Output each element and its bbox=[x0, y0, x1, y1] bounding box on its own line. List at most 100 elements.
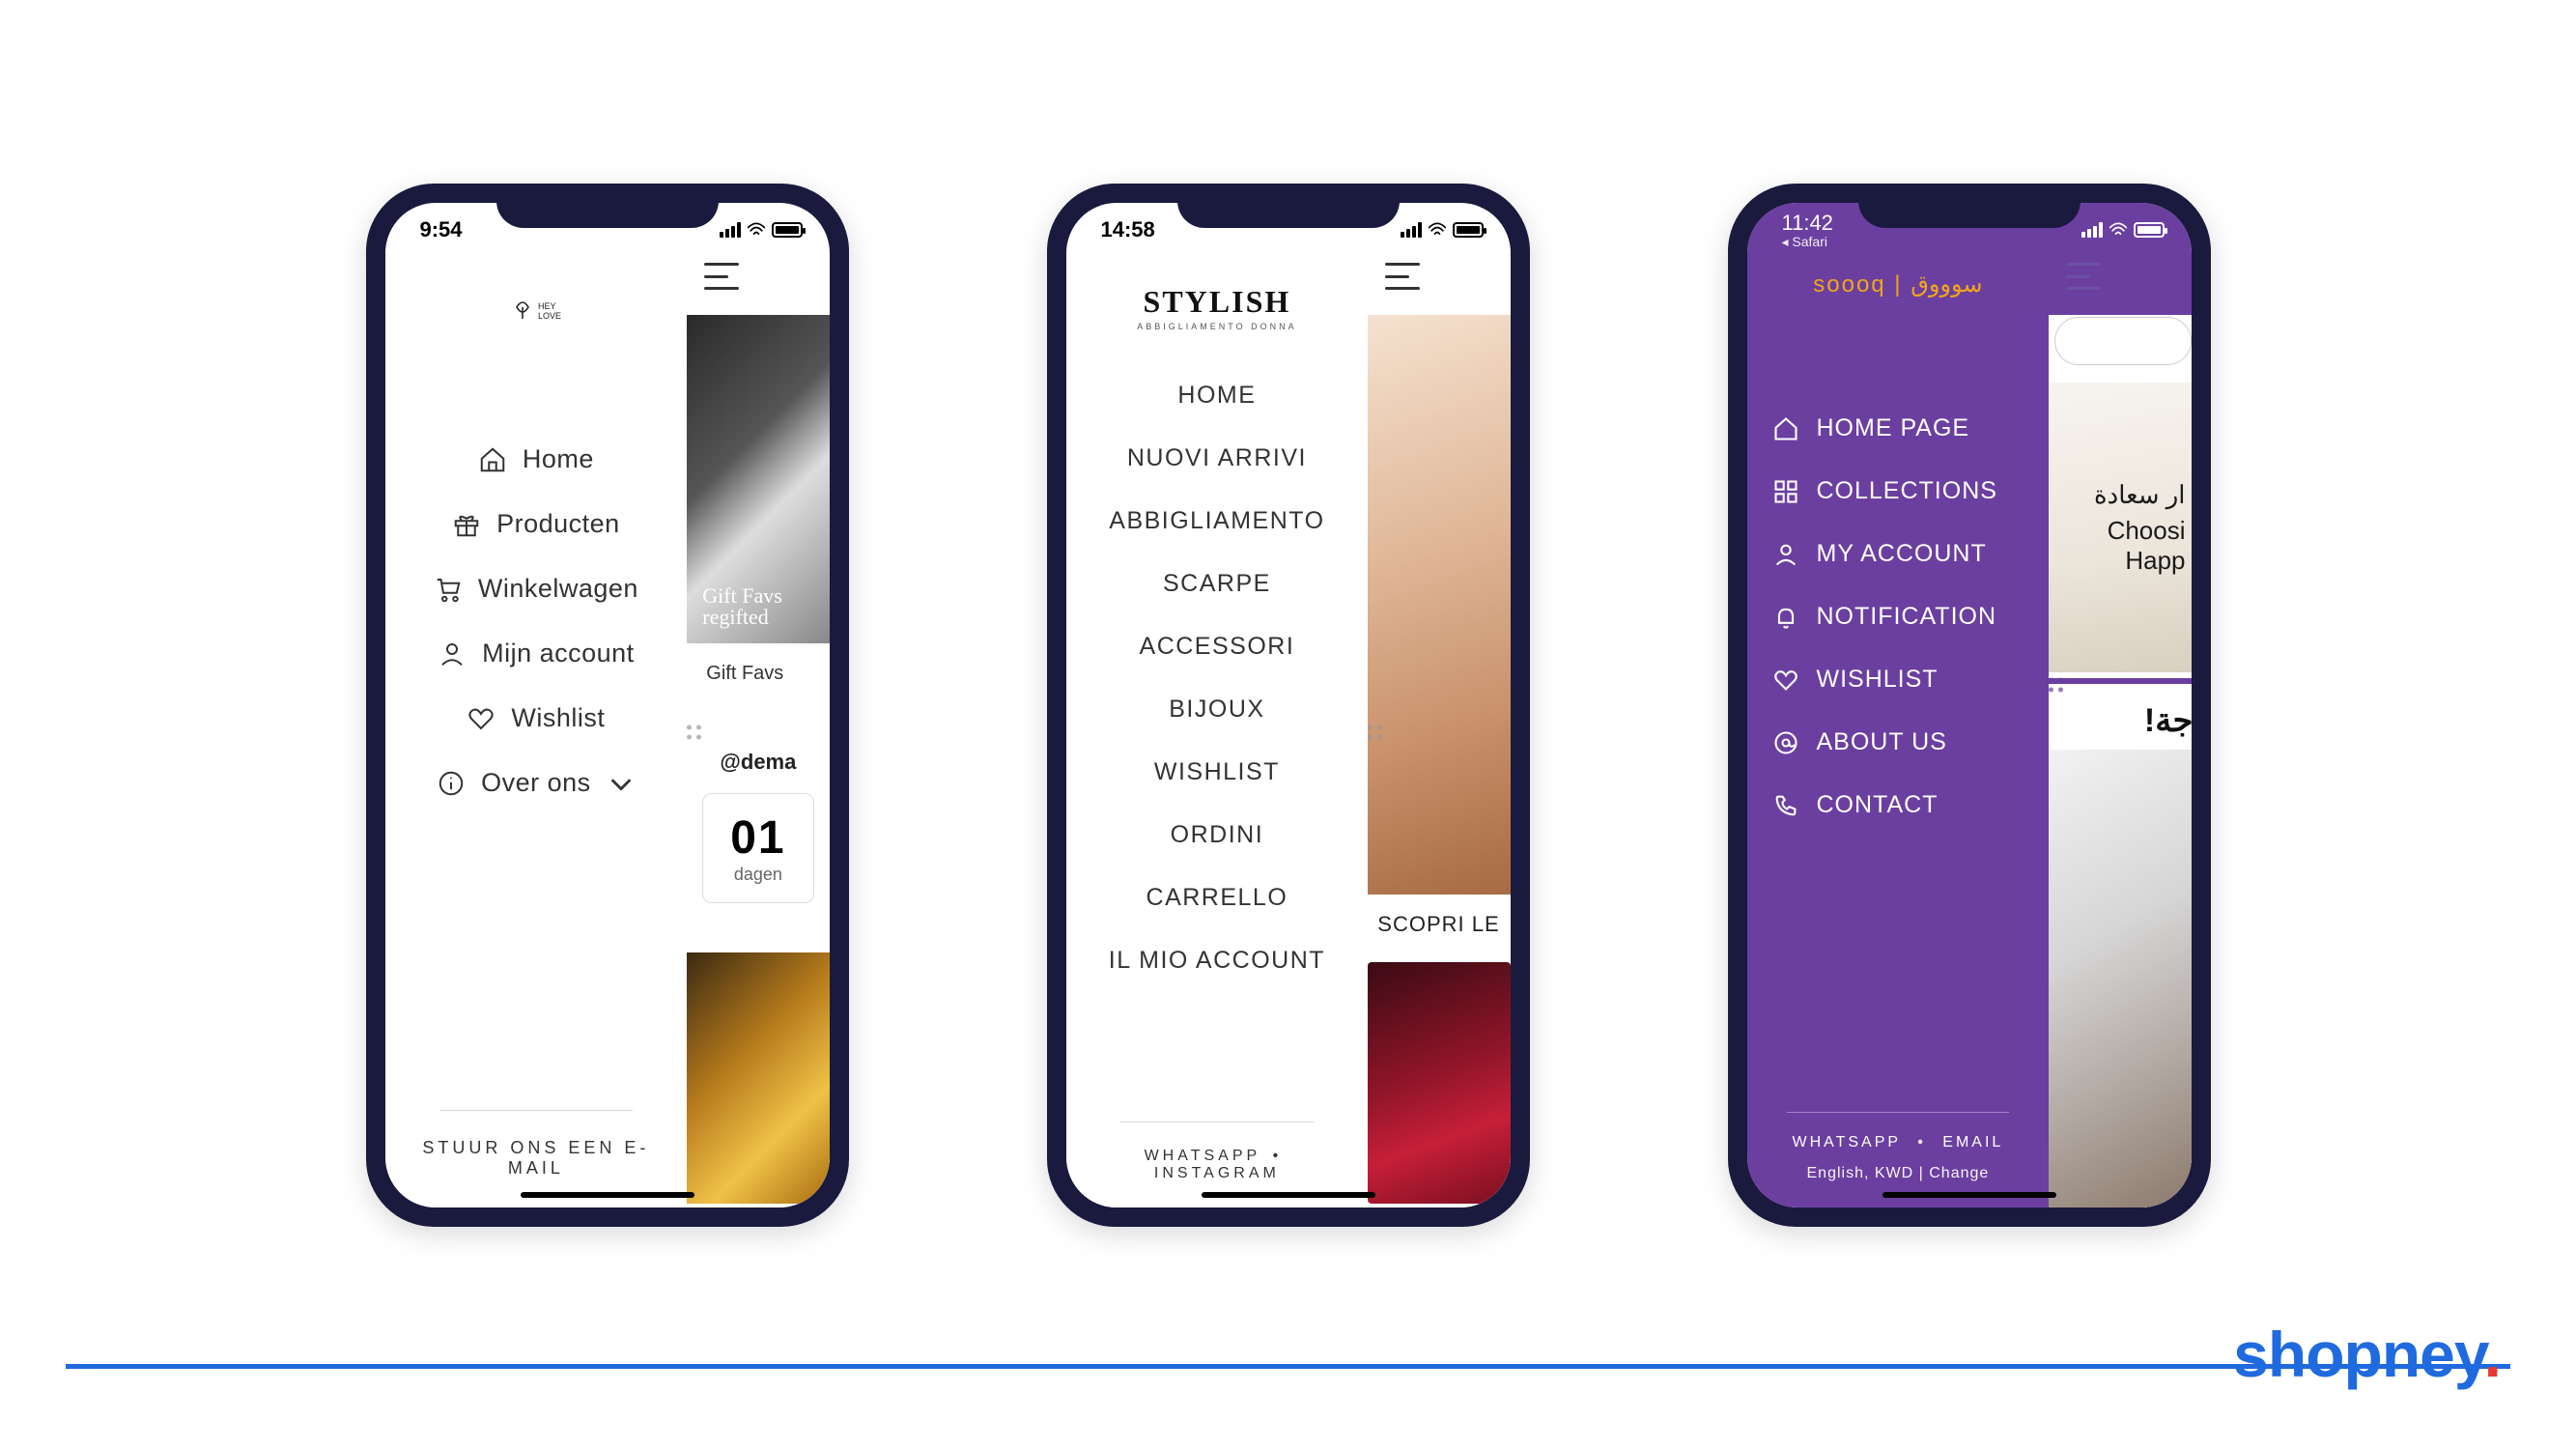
nav-label: NOTIFICATION bbox=[1817, 603, 1997, 631]
hero-caption: Gift Favs bbox=[706, 663, 783, 685]
footer-instagram-link[interactable]: INSTAGRAM bbox=[1154, 1165, 1280, 1181]
countdown-value: 01 bbox=[713, 811, 803, 865]
nav-wishlist[interactable]: WISHLIST bbox=[1154, 758, 1280, 786]
content-peek: Gift Favs regifted Gift Favs @dema 01 da… bbox=[687, 257, 829, 1208]
hero-image[interactable] bbox=[1368, 315, 1510, 895]
menu-button[interactable] bbox=[704, 263, 739, 290]
wifi-icon bbox=[1428, 222, 1447, 238]
hamburger-icon bbox=[2066, 263, 2101, 290]
notch bbox=[1858, 184, 2081, 228]
wifi-icon bbox=[2109, 222, 2128, 238]
signal-icon bbox=[720, 222, 741, 238]
section-divider bbox=[2049, 678, 2191, 684]
battery-icon bbox=[2134, 222, 2165, 238]
brand-tagline: ABBIGLIAMENTO DONNA bbox=[1137, 322, 1296, 331]
menu-button[interactable] bbox=[1385, 263, 1420, 290]
nav-about[interactable]: ABOUT US bbox=[1772, 728, 2024, 756]
hero-banner[interactable]: ار سعادة Choosi Happ bbox=[2049, 383, 2191, 672]
countdown-label: dagen bbox=[713, 865, 803, 885]
user-icon bbox=[438, 639, 467, 668]
nav-label: Wishlist bbox=[511, 703, 605, 733]
home-indicator[interactable] bbox=[1882, 1192, 2056, 1198]
notch bbox=[496, 184, 719, 228]
phone-mockup-2: 14:58 STYLISH ABBIGLIAMENTO DONNA bbox=[1047, 184, 1530, 1227]
hero-text-en-2: Happ bbox=[2125, 546, 2185, 576]
nav-orders[interactable]: ORDINI bbox=[1171, 821, 1264, 849]
nav-accessories[interactable]: ACCESSORI bbox=[1140, 633, 1295, 661]
grid-icon bbox=[1772, 478, 1799, 505]
nav-wishlist[interactable]: WISHLIST bbox=[1772, 666, 2024, 694]
nav-label: COLLECTIONS bbox=[1817, 477, 1997, 505]
drawer-footer: WHATSAPP • INSTAGRAM bbox=[1084, 1122, 1351, 1182]
info-icon bbox=[437, 769, 466, 798]
nav-home[interactable]: Home bbox=[478, 444, 594, 474]
status-time: 14:58 bbox=[1093, 217, 1155, 242]
notch bbox=[1177, 184, 1400, 228]
nav-label: CONTACT bbox=[1817, 791, 1939, 819]
product-image[interactable] bbox=[687, 952, 829, 1204]
battery-icon bbox=[772, 222, 803, 238]
brand-logo: HEYLOVE bbox=[409, 296, 665, 328]
svg-text:LOVE: LOVE bbox=[538, 311, 561, 321]
nav-wishlist[interactable]: Wishlist bbox=[467, 703, 605, 733]
nav-collections[interactable]: COLLECTIONS bbox=[1772, 477, 2024, 505]
nav-cart[interactable]: Winkelwagen bbox=[434, 574, 638, 604]
gift-icon bbox=[452, 510, 481, 539]
phone-icon bbox=[1772, 792, 1799, 819]
nav-label: Home bbox=[523, 444, 594, 474]
brand-name: STYLISH bbox=[1137, 284, 1296, 320]
nav-cart[interactable]: CARRELLO bbox=[1146, 884, 1288, 912]
nav-account[interactable]: IL MIO ACCOUNT bbox=[1109, 947, 1325, 975]
content-peek: SCOPRI LE bbox=[1368, 257, 1510, 1208]
nav-home[interactable]: HOME bbox=[1177, 382, 1256, 410]
bullet-icon: • bbox=[1273, 1148, 1283, 1164]
status-time: 9:54 bbox=[412, 217, 463, 242]
nav-home[interactable]: HOME PAGE bbox=[1772, 414, 2024, 442]
nav-drawer: HEYLOVE Home Producten bbox=[385, 257, 688, 1208]
nav-account[interactable]: MY ACCOUNT bbox=[1772, 540, 2024, 568]
locale-switcher[interactable]: English, KWD | Change bbox=[1772, 1165, 2024, 1182]
nav-contact[interactable]: CONTACT bbox=[1772, 791, 2024, 819]
heart-icon bbox=[1772, 667, 1799, 694]
brand-logo: soooq | سوووق bbox=[1772, 270, 2024, 298]
product-image[interactable] bbox=[1368, 962, 1510, 1204]
hero-image[interactable]: Gift Favs regifted bbox=[687, 315, 829, 643]
nav-shoes[interactable]: SCARPE bbox=[1163, 570, 1271, 598]
nav-label: Mijn account bbox=[482, 639, 635, 668]
nav-label: MY ACCOUNT bbox=[1817, 540, 1987, 568]
brand-logo: STYLISH ABBIGLIAMENTO DONNA bbox=[1137, 284, 1296, 331]
hero-text-ar: ار سعادة bbox=[2094, 480, 2185, 510]
drawer-footer: WHATSAPP • EMAIL English, KWD | Change bbox=[1772, 1112, 2024, 1182]
footer-email-link[interactable]: STUUR ONS EEN E-MAIL bbox=[422, 1138, 649, 1178]
heart-icon bbox=[467, 704, 495, 733]
menu-button[interactable] bbox=[2066, 263, 2101, 290]
home-icon bbox=[478, 445, 507, 474]
nav-label: ABOUT US bbox=[1817, 728, 1947, 756]
nav-products[interactable]: Producten bbox=[452, 509, 620, 539]
nav-drawer: STYLISH ABBIGLIAMENTO DONNA HOME NUOVI A… bbox=[1066, 257, 1369, 1208]
section-title-ar: !جة bbox=[2144, 701, 2192, 740]
at-icon bbox=[1772, 729, 1799, 756]
home-indicator[interactable] bbox=[521, 1192, 694, 1198]
chevron-down-icon bbox=[607, 769, 636, 798]
footer-whatsapp-link[interactable]: WHATSAPP bbox=[1792, 1134, 1900, 1151]
hero-text-en-1: Choosi bbox=[2108, 516, 2186, 546]
nav-about[interactable]: Over ons bbox=[437, 768, 636, 798]
shopney-logo: shopney. bbox=[2233, 1318, 2501, 1391]
search-input[interactable] bbox=[2054, 317, 2191, 365]
nav-notification[interactable]: NOTIFICATION bbox=[1772, 603, 2024, 631]
content-peek: ار سعادة Choosi Happ !جة bbox=[2049, 257, 2191, 1208]
nav-new-arrivals[interactable]: NUOVI ARRIVI bbox=[1127, 444, 1307, 472]
nav-clothing[interactable]: ABBIGLIAMENTO bbox=[1109, 507, 1324, 535]
svg-text:HEY: HEY bbox=[538, 301, 556, 311]
drag-handle-icon[interactable] bbox=[1368, 725, 1382, 740]
drag-handle-icon[interactable] bbox=[687, 725, 701, 740]
footer-email-link[interactable]: EMAIL bbox=[1942, 1134, 2003, 1151]
drag-handle-icon[interactable] bbox=[2049, 677, 2063, 692]
nav-account[interactable]: Mijn account bbox=[438, 639, 635, 668]
home-indicator[interactable] bbox=[1202, 1192, 1375, 1198]
product-image[interactable] bbox=[2049, 750, 2191, 1208]
back-to-app[interactable]: ◂ Safari bbox=[1782, 234, 1828, 249]
footer-whatsapp-link[interactable]: WHATSAPP bbox=[1145, 1148, 1261, 1164]
nav-jewelry[interactable]: BIJOUX bbox=[1169, 696, 1264, 724]
